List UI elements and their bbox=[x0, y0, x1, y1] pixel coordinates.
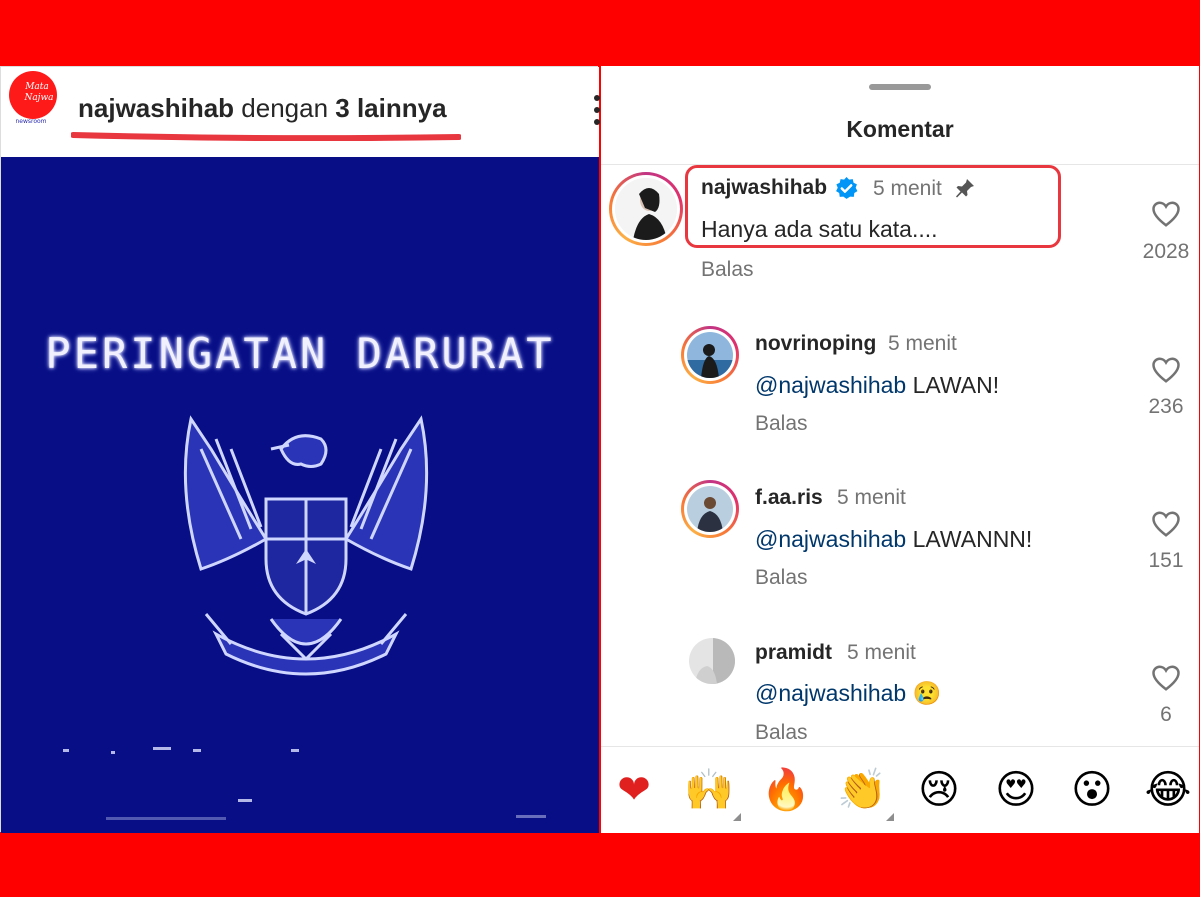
glitch-mark bbox=[238, 799, 252, 802]
heart-icon[interactable] bbox=[1151, 664, 1181, 692]
comment-body: 😢 bbox=[906, 680, 942, 706]
svg-text:newsroom: newsroom bbox=[15, 118, 46, 125]
reaction-clap[interactable]: 👏 bbox=[837, 765, 887, 815]
reaction-surprised[interactable]: 😮 bbox=[1067, 765, 1117, 815]
comment-username[interactable]: pramidt bbox=[755, 641, 832, 665]
post-image[interactable]: PERINGATAN DARURAT bbox=[1, 157, 599, 833]
post-author-joiner: dengan bbox=[234, 93, 336, 123]
svg-text:Mata: Mata bbox=[24, 82, 49, 92]
post-author[interactable]: najwashihab bbox=[78, 93, 234, 123]
comment-body: LAWANNN! bbox=[906, 526, 1033, 552]
skin-tone-indicator[interactable] bbox=[886, 813, 894, 821]
skin-tone-indicator[interactable] bbox=[733, 813, 741, 821]
verified-badge-icon bbox=[836, 177, 858, 199]
glitch-mark bbox=[106, 817, 226, 820]
post-collaborators[interactable]: 3 lainnya bbox=[335, 93, 446, 123]
comment-text: Hanya ada satu kata.... bbox=[701, 216, 938, 242]
comment-username[interactable]: f.aa.ris bbox=[755, 486, 823, 510]
red-underline-annotation bbox=[71, 132, 461, 141]
heart-icon[interactable] bbox=[1151, 356, 1181, 384]
profile-photo-icon bbox=[689, 638, 735, 684]
comment-text: @najwashihab LAWANNN! bbox=[755, 526, 1032, 553]
comment-time: 5 menit bbox=[873, 177, 942, 200]
like-count: 236 bbox=[1148, 395, 1184, 418]
avatar[interactable] bbox=[681, 480, 739, 538]
reply-button[interactable]: Balas bbox=[701, 258, 754, 282]
post-author-line[interactable]: najwashihab dengan 3 lainnya bbox=[78, 93, 447, 124]
svg-text:Najwa: Najwa bbox=[23, 93, 53, 103]
pin-icon bbox=[956, 179, 974, 198]
glitch-mark bbox=[193, 749, 201, 752]
avatar[interactable] bbox=[681, 326, 739, 384]
comment-text: @najwashihab LAWAN! bbox=[755, 372, 999, 399]
comment-text: @najwashihab 😢 bbox=[755, 680, 941, 707]
comment-username[interactable]: najwashihab bbox=[701, 176, 827, 200]
like-count: 2028 bbox=[1142, 240, 1190, 263]
reaction-heart[interactable]: ❤ bbox=[609, 765, 659, 815]
profile-photo-icon bbox=[615, 178, 677, 240]
mention-link[interactable]: @najwashihab bbox=[755, 372, 906, 398]
comment-time: 5 menit bbox=[837, 486, 906, 509]
reaction-raised-hands[interactable]: 🙌 bbox=[684, 765, 734, 815]
reply-button[interactable]: Balas bbox=[755, 412, 808, 436]
reply-button[interactable]: Balas bbox=[755, 721, 808, 745]
mention-link[interactable]: @najwashihab bbox=[755, 680, 906, 706]
avatar[interactable] bbox=[689, 638, 735, 684]
like-count: 6 bbox=[1160, 703, 1172, 726]
post-panel: Mata Najwa newsroom najwashihab dengan 3… bbox=[0, 66, 601, 833]
garuda-emblem-icon bbox=[183, 415, 429, 676]
image-caption-text: PERINGATAN DARURAT bbox=[45, 329, 555, 378]
sheet-drag-handle[interactable] bbox=[869, 84, 931, 90]
sheet-title: Komentar bbox=[846, 116, 954, 142]
post-header: Mata Najwa newsroom najwashihab dengan 3… bbox=[1, 67, 601, 157]
glitch-mark bbox=[516, 815, 546, 818]
glitch-mark bbox=[291, 749, 299, 752]
heart-icon[interactable] bbox=[1151, 200, 1181, 228]
mention-link[interactable]: @najwashihab bbox=[755, 526, 906, 552]
glitch-mark bbox=[111, 751, 115, 754]
reaction-laughing[interactable]: 😂 bbox=[1143, 765, 1193, 815]
comment-time: 5 menit bbox=[847, 641, 916, 664]
comments-sheet: Komentar najwashihab 5 menit Hanya ada s… bbox=[601, 66, 1199, 833]
reaction-heart-eyes[interactable]: 😍 bbox=[991, 765, 1041, 815]
comment-time: 5 menit bbox=[888, 332, 957, 355]
glitch-mark bbox=[153, 747, 171, 750]
reaction-crying[interactable]: 😢 bbox=[914, 765, 964, 815]
heart-icon[interactable] bbox=[1151, 510, 1181, 538]
more-options-icon[interactable] bbox=[593, 93, 601, 127]
profile-photo-icon bbox=[687, 332, 733, 378]
comment-username[interactable]: novrinoping bbox=[755, 332, 876, 356]
quick-reaction-bar: ❤ 🙌 🔥 👏 😢 😍 😮 😂 bbox=[601, 746, 1199, 833]
reply-button[interactable]: Balas bbox=[755, 566, 808, 590]
like-count: 151 bbox=[1148, 549, 1184, 572]
glitch-mark bbox=[63, 749, 69, 752]
profile-photo-icon bbox=[687, 486, 733, 532]
comment-body: LAWAN! bbox=[906, 372, 1000, 398]
reaction-fire[interactable]: 🔥 bbox=[761, 765, 811, 815]
avatar[interactable] bbox=[609, 172, 683, 246]
mata-najwa-logo[interactable]: Mata Najwa newsroom bbox=[7, 71, 61, 125]
